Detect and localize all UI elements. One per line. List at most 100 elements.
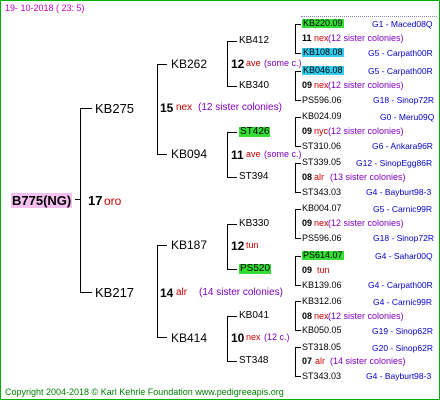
connector [295, 301, 296, 331]
gen2-sisters: (some c.) [264, 58, 302, 68]
connector [295, 376, 301, 377]
connector [295, 24, 301, 25]
gen4-queen[interactable]: KB108.08 [302, 48, 344, 57]
connector [295, 209, 301, 210]
connector [295, 53, 301, 54]
gen4-info: G4 - Bayburt98-3 [366, 187, 432, 197]
connector [227, 316, 228, 362]
connector [227, 269, 237, 270]
connector [295, 192, 301, 193]
gen4-queen[interactable]: ST343.03 [302, 372, 341, 381]
connector [227, 224, 228, 270]
gen2-queen[interactable]: KB414 [171, 332, 207, 344]
connector [295, 117, 296, 147]
gen4-info: G4 - Sahar00Q [375, 251, 433, 261]
gen4-number: 08 [302, 172, 313, 182]
connector [80, 108, 92, 109]
gen4-info: G4 - Carnic99R [373, 297, 433, 307]
connector [157, 154, 167, 155]
connector [295, 117, 301, 118]
gen4-queen[interactable]: KB312.06 [302, 297, 342, 306]
connector [227, 224, 237, 225]
gen1-queen[interactable]: KB275 [95, 102, 134, 115]
connector [295, 256, 296, 286]
gen4-sisters: (12 sister colonies) [328, 33, 404, 43]
gen4-queen[interactable]: ST343.03 [302, 188, 341, 197]
gen4-tag: nex [314, 33, 329, 43]
gen4-sisters: (12 sister colonies) [328, 126, 404, 136]
connector [227, 132, 228, 178]
connector [295, 347, 301, 348]
connector [295, 238, 301, 239]
gen4-number: 09 [302, 126, 313, 136]
gen4-queen[interactable]: ST318.05 [302, 343, 341, 352]
root-tag: oro [104, 194, 122, 208]
connector [295, 256, 301, 257]
gen4-tag: nex [314, 80, 329, 90]
gen3-queen[interactable]: KB412 [239, 36, 269, 46]
connector [157, 64, 158, 155]
gen4-queen[interactable]: PS614.07 [302, 251, 344, 260]
gen2-queen[interactable]: KB094 [171, 148, 207, 160]
gen4-info: G20 - Sinop62R [372, 343, 433, 353]
gen3-queen[interactable]: ST394 [239, 172, 268, 182]
gen2-queen[interactable]: KB187 [171, 239, 207, 251]
gen3-queen[interactable]: KB330 [239, 219, 269, 229]
date-stamp: 19- 10-2018 ( 23: 5) [5, 3, 85, 13]
gen3-queen[interactable]: ST426 [239, 127, 271, 137]
connector [295, 330, 301, 331]
gen1-queen[interactable]: KB217 [95, 286, 134, 299]
gen4-queen[interactable]: KB220.09 [302, 19, 344, 28]
connector [295, 285, 301, 286]
gen4-queen[interactable]: KB024.09 [302, 112, 342, 121]
gen2-tag: ave [246, 58, 261, 68]
connector [80, 108, 81, 293]
gen3-queen[interactable]: ST348 [239, 356, 268, 366]
gen4-info: G18 - Sinop72R [373, 233, 434, 243]
gen4-queen[interactable]: KB139.06 [302, 281, 342, 290]
gen4-info: G12 - SinopEgg86R [356, 158, 433, 168]
gen4-queen[interactable]: KB050.05 [302, 326, 342, 335]
connector [80, 292, 92, 293]
connector [157, 64, 167, 65]
gen4-info: G1 - Maced08Q [372, 19, 433, 29]
gen4-queen[interactable]: PS596.06 [302, 234, 342, 243]
gen4-number: 09 [302, 265, 313, 275]
gen2-number: 12 [231, 57, 245, 71]
gen2-number: 11 [231, 148, 244, 162]
gen2-sisters: (12 c.) [264, 332, 290, 342]
root-queen[interactable]: B775(NG) [11, 193, 73, 208]
gen3-queen[interactable]: PS520 [239, 264, 272, 274]
gen4-sisters: (12 sister colonies) [328, 311, 404, 321]
gen2-number: 12 [231, 239, 245, 253]
gen4-sisters: (13 sister colonies) [330, 172, 406, 182]
connector [157, 245, 167, 246]
gen4-sisters: (12 sister colonies) [328, 218, 404, 228]
gen4-info: G5 - Carnic99R [373, 204, 433, 214]
connector [295, 163, 296, 193]
gen1-tag: nex [176, 102, 193, 113]
gen4-queen[interactable]: PS596.06 [302, 96, 342, 105]
dotted-guide [301, 16, 437, 17]
gen4-info: G6 - Ankara96R [372, 141, 433, 151]
gen4-number: 09 [302, 218, 313, 228]
gen4-info: G18 - Sinop72R [373, 95, 434, 105]
connector [227, 316, 237, 317]
gen4-queen[interactable]: ST310.06 [302, 142, 341, 151]
connector [227, 41, 237, 42]
gen3-queen[interactable]: KB340 [239, 81, 269, 91]
connector [227, 41, 228, 87]
connector [157, 337, 167, 338]
gen4-tag: tun [317, 265, 330, 275]
gen1-number: 15 [160, 101, 174, 115]
gen3-queen[interactable]: KB041 [239, 311, 269, 321]
gen4-info: G4 - Carpath00R [368, 280, 433, 290]
gen4-queen[interactable]: ST339.05 [302, 158, 341, 167]
gen4-queen[interactable]: KB004.07 [302, 204, 342, 213]
gen4-queen[interactable]: KB046.08 [302, 66, 344, 75]
gen2-tag: nex [246, 332, 261, 342]
gen4-tag: nex [314, 218, 329, 228]
gen4-number: 07 [302, 356, 313, 366]
gen2-queen[interactable]: KB262 [171, 58, 207, 70]
connector [295, 24, 296, 54]
